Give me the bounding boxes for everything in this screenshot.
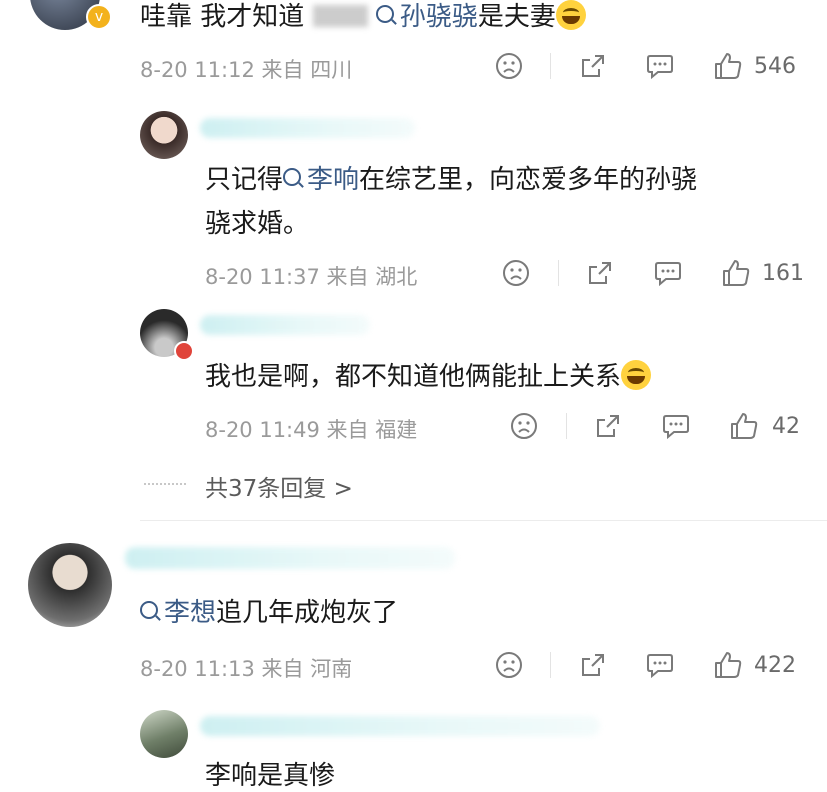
reply-text: 只记得 李响在综艺里，向恋爱多年的孙骁 骁求婚。 xyxy=(205,165,698,239)
search-link[interactable]: 孙骁骁 xyxy=(375,2,478,32)
avatar[interactable] xyxy=(140,710,188,758)
like-count: 422 xyxy=(754,653,796,678)
comment-text: 哇靠 我才知道 孙骁骁是夫妻 xyxy=(140,0,586,33)
search-link[interactable]: 李想 xyxy=(140,598,216,628)
comment-icon[interactable] xyxy=(654,260,682,286)
laugh-cry-emoji-icon xyxy=(621,360,652,390)
badge-icon xyxy=(174,341,194,361)
search-icon xyxy=(283,168,302,186)
avatar[interactable] xyxy=(140,111,188,159)
share-icon[interactable] xyxy=(579,651,607,679)
share-icon[interactable] xyxy=(594,412,622,440)
reply-meta: 8-20 11:49 来自 福建 xyxy=(205,418,418,442)
comment-meta: 8-20 11:13 来自 河南 xyxy=(140,657,353,681)
verified-badge-icon: v xyxy=(86,4,112,30)
divider xyxy=(550,53,551,79)
dislike-face-icon[interactable] xyxy=(495,52,523,80)
laugh-cry-emoji-icon xyxy=(555,0,586,30)
comment-icon[interactable] xyxy=(646,652,674,678)
dislike-face-icon[interactable] xyxy=(502,259,530,287)
reply-text: 我也是啊，都不知道他俩能扯上关系 xyxy=(205,356,652,393)
search-icon xyxy=(375,5,394,23)
reply-text: 李响是真惨 xyxy=(205,761,336,791)
like-icon[interactable] xyxy=(729,411,759,441)
search-icon xyxy=(140,601,158,619)
like-icon[interactable] xyxy=(713,51,743,81)
avatar[interactable] xyxy=(28,543,112,627)
divider xyxy=(550,652,551,678)
comment-text: 李想追几年成炮灰了 xyxy=(140,592,398,629)
divider xyxy=(566,413,567,439)
comment-icon[interactable] xyxy=(662,413,690,439)
dislike-face-icon[interactable] xyxy=(510,412,538,440)
dotted-line xyxy=(144,483,186,485)
blurred-username xyxy=(125,547,455,569)
like-icon[interactable] xyxy=(721,258,751,288)
like-icon[interactable] xyxy=(713,650,743,680)
comment-separator xyxy=(140,520,827,521)
search-link[interactable]: 李响 xyxy=(283,165,359,195)
dislike-face-icon[interactable] xyxy=(495,651,523,679)
comment-meta: 8-20 11:12 来自 四川 xyxy=(140,58,353,82)
reply-meta: 8-20 11:37 来自 湖北 xyxy=(205,265,418,289)
blurred-username xyxy=(200,716,600,736)
like-count: 42 xyxy=(772,414,800,439)
like-count: 546 xyxy=(754,54,796,79)
share-icon[interactable] xyxy=(579,52,607,80)
blurred-username xyxy=(200,118,415,138)
share-icon[interactable] xyxy=(586,259,614,287)
blurred-username xyxy=(200,315,370,335)
divider xyxy=(558,260,559,286)
blurred-text xyxy=(312,5,368,27)
more-replies-link[interactable]: 共37条回复 > xyxy=(205,469,353,503)
like-count: 161 xyxy=(762,261,804,286)
comment-icon[interactable] xyxy=(646,53,674,79)
